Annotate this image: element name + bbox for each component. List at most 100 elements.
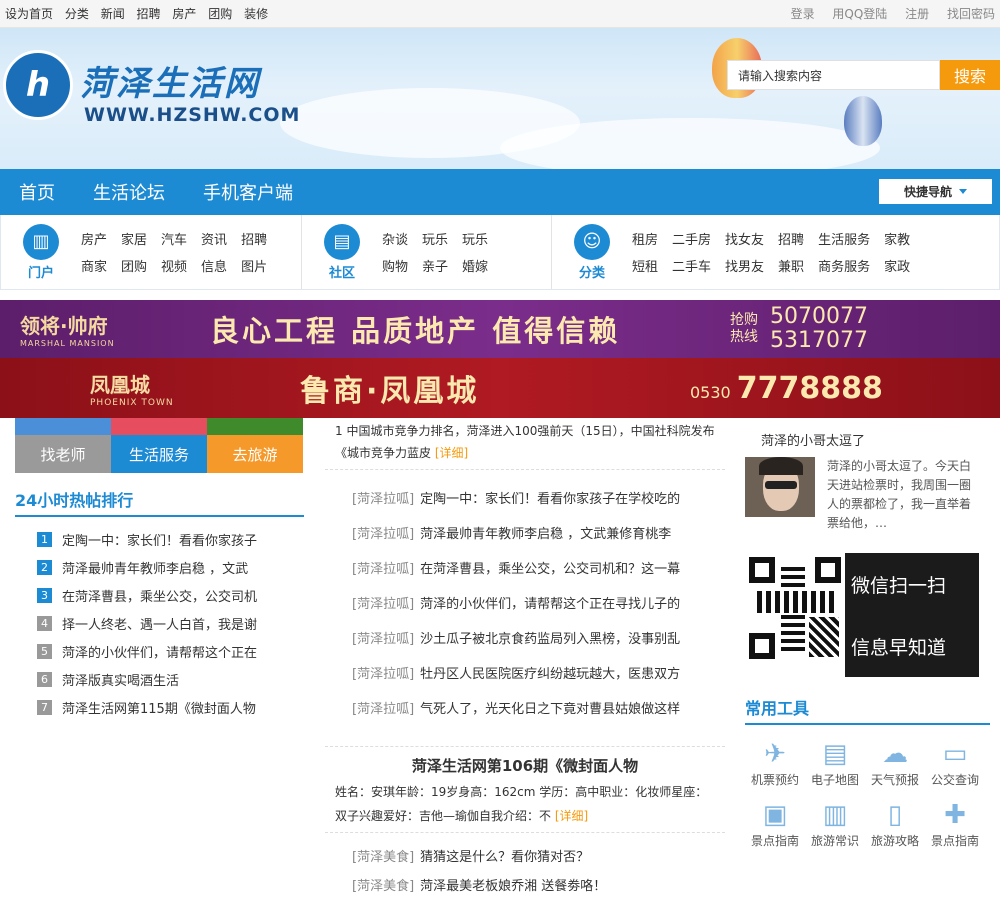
news-tag[interactable]: [菏泽拉呱] [352, 523, 414, 542]
recover-password-link[interactable]: 找回密码 [947, 7, 995, 21]
profile-title[interactable]: 菏泽的小哥太逗了 [745, 430, 990, 449]
list-item[interactable]: [菏泽拉呱] 定陶一中：家长们！看看你家孩子在学校吃的 [352, 480, 698, 515]
news-tag[interactable]: [菏泽美食] [352, 875, 414, 894]
find-teacher-button[interactable]: 找老师 [15, 435, 111, 473]
list-item[interactable]: 1 定陶一中：家长们！看看你家孩子 [15, 525, 304, 553]
news-tag[interactable]: [菏泽拉呱] [352, 558, 414, 577]
set-homepage-link[interactable]: 设为首页 [5, 7, 53, 21]
tool-scenic-guide[interactable]: ✚ 景点指南 [925, 798, 985, 849]
category-bar: ▥ 门户 房产 家居 汽车 资讯 招聘 商家 团购 视频 信息 图片 ▤ 社区 杂谈… [0, 215, 1000, 290]
ad-banner-marshal-mansion[interactable]: 领将·帅府 MARSHAL MANSION 良心工程 品质地产 值得信赖 抢购热… [0, 300, 1000, 358]
wechat-qr: 微信扫一扫 信息早知道 [745, 553, 990, 677]
cat-link[interactable]: 视频 [161, 256, 187, 275]
nav-mobile-client[interactable]: 手机客户端 [184, 179, 312, 205]
cat-link[interactable]: 房产 [81, 229, 107, 248]
list-item[interactable]: 5 菏泽的小伙伴们，请帮帮这个正在 [15, 637, 304, 665]
cat-link[interactable]: 玩乐 [462, 229, 488, 248]
quick-button-partial[interactable] [15, 418, 111, 435]
chevron-down-icon [959, 189, 967, 194]
tool-map[interactable]: ▤ 电子地图 [805, 737, 865, 788]
cat-link[interactable]: 家教 [884, 229, 910, 248]
cat-link[interactable]: 信息 [201, 256, 227, 275]
list-item[interactable]: 3 在菏泽曹县，乘坐公交，公交司机 [15, 581, 304, 609]
list-item[interactable]: [菏泽拉呱] 牡丹区人民医院医疗纠纷越玩越大，医患双方 [352, 655, 698, 690]
cat-link[interactable]: 商务服务 [818, 256, 870, 275]
news-tag[interactable]: [菏泽拉呱] [352, 593, 414, 612]
cat-link[interactable]: 二手车 [672, 256, 711, 275]
list-item[interactable]: [菏泽拉呱] 菏泽最帅青年教师李启稳 ，文武兼修育桃李 [352, 515, 698, 550]
avatar[interactable] [745, 457, 815, 517]
cat-link[interactable]: 租房 [632, 229, 658, 248]
category-label: 门户 [27, 265, 54, 281]
more-link[interactable]: [详细] [555, 809, 588, 823]
cat-link[interactable]: 图片 [241, 256, 267, 275]
top-link-realestate[interactable]: 房产 [172, 7, 196, 21]
top-link-jobs[interactable]: 招聘 [137, 7, 161, 21]
top-link-decor[interactable]: 装修 [244, 7, 268, 21]
cat-link[interactable]: 家居 [121, 229, 147, 248]
search-input[interactable] [727, 60, 940, 90]
nav-home[interactable]: 首页 [0, 179, 74, 205]
list-item[interactable]: 7 菏泽生活网第115期《微封面人物 [15, 693, 304, 721]
cat-link[interactable]: 亲子 [422, 256, 448, 275]
cat-link[interactable]: 汽车 [161, 229, 187, 248]
news-tag[interactable]: [菏泽拉呱] [352, 488, 414, 507]
nav-forum[interactable]: 生活论坛 [74, 179, 184, 205]
top-link-groupbuy[interactable]: 团购 [208, 7, 232, 21]
list-item[interactable]: 4 择一人终老、遇一人白首，我是谢 [15, 609, 304, 637]
tool-weather[interactable]: ☁ 天气预报 [865, 737, 925, 788]
list-item[interactable]: 6 菏泽版真实喝酒生活 [15, 665, 304, 693]
cat-link[interactable]: 婚嫁 [462, 256, 488, 275]
register-link[interactable]: 注册 [905, 7, 929, 21]
list-item[interactable]: [菏泽拉呱] 在菏泽曹县，乘坐公交，公交司机和？这一幕 [352, 550, 698, 585]
tool-attractions[interactable]: ▣ 景点指南 [745, 798, 805, 849]
cat-link[interactable]: 找女友 [725, 229, 764, 248]
feature-title[interactable]: 菏泽生活网第106期《微封面人物 [325, 755, 725, 776]
top-link-news[interactable]: 新闻 [101, 7, 125, 21]
cat-link[interactable]: 杂谈 [382, 229, 408, 248]
quick-button-partial[interactable] [111, 418, 207, 435]
quick-nav-dropdown[interactable]: 快捷导航 [879, 179, 992, 204]
cat-link[interactable]: 生活服务 [818, 229, 870, 248]
cat-link[interactable]: 招聘 [778, 229, 804, 248]
login-link[interactable]: 登录 [791, 7, 815, 21]
quick-button-partial[interactable] [207, 418, 303, 435]
list-item[interactable]: [菏泽拉呱] 气死人了，光天化日之下竟对曹县姑娘做这样 [352, 690, 698, 725]
category-community[interactable]: ▤ 社区 [322, 223, 362, 281]
cat-link[interactable]: 短租 [632, 256, 658, 275]
top-link-category[interactable]: 分类 [65, 7, 89, 21]
qq-login-link[interactable]: 用QQ登陆 [832, 7, 887, 21]
news-tag[interactable]: [菏泽拉呱] [352, 628, 414, 647]
tool-travel-guide[interactable]: ▯ 旅游攻略 [865, 798, 925, 849]
news-tag[interactable]: [菏泽美食] [352, 846, 414, 865]
site-logo[interactable]: h [3, 50, 73, 120]
tool-travel-tips[interactable]: ▥ 旅游常识 [805, 798, 865, 849]
category-portal[interactable]: ▥ 门户 [21, 223, 61, 281]
tool-flight-booking[interactable]: ✈ 机票预约 [745, 737, 805, 788]
top-links-right: 登录 用QQ登陆 注册 找回密码 [777, 5, 995, 22]
cat-link[interactable]: 招聘 [241, 229, 267, 248]
tool-bus[interactable]: ▭ 公交查询 [925, 737, 985, 788]
news-tag[interactable]: [菏泽拉呱] [352, 698, 414, 717]
cat-link[interactable]: 兼职 [778, 256, 804, 275]
cat-link[interactable]: 家政 [884, 256, 910, 275]
life-service-button[interactable]: 生活服务 [111, 435, 207, 473]
news-tag[interactable]: [菏泽拉呱] [352, 663, 414, 682]
search-button[interactable]: 搜索 [940, 60, 1000, 90]
category-classifieds[interactable]: ☺ 分类 [572, 223, 612, 281]
ad-banner-phoenix-town[interactable]: 凤凰城 PHOENIX TOWN 鲁商·凤凰城 0530 7778888 [0, 358, 1000, 418]
travel-button[interactable]: 去旅游 [207, 435, 303, 473]
cat-link[interactable]: 玩乐 [422, 229, 448, 248]
list-item[interactable]: [菏泽拉呱] 沙土瓜子被北京食药监局列入黑榜，没事别乱 [352, 620, 698, 655]
cat-link[interactable]: 二手房 [672, 229, 711, 248]
more-link[interactable]: [详细] [435, 446, 468, 460]
cat-link[interactable]: 购物 [382, 256, 408, 275]
cat-link[interactable]: 商家 [81, 256, 107, 275]
list-item[interactable]: [菏泽美食] 猜猜这是什么？看你猜对否？ [325, 841, 725, 870]
list-item[interactable]: [菏泽美食] 菏泽最美老板娘乔湘 送餐劵咯！ [325, 870, 725, 899]
cat-link[interactable]: 资讯 [201, 229, 227, 248]
cat-link[interactable]: 团购 [121, 256, 147, 275]
cat-link[interactable]: 找男友 [725, 256, 764, 275]
list-item[interactable]: [菏泽拉呱] 菏泽的小伙伴们，请帮帮这个正在寻找儿子的 [352, 585, 698, 620]
list-item[interactable]: 2 菏泽最帅青年教师李启稳 ，文武 [15, 553, 304, 581]
